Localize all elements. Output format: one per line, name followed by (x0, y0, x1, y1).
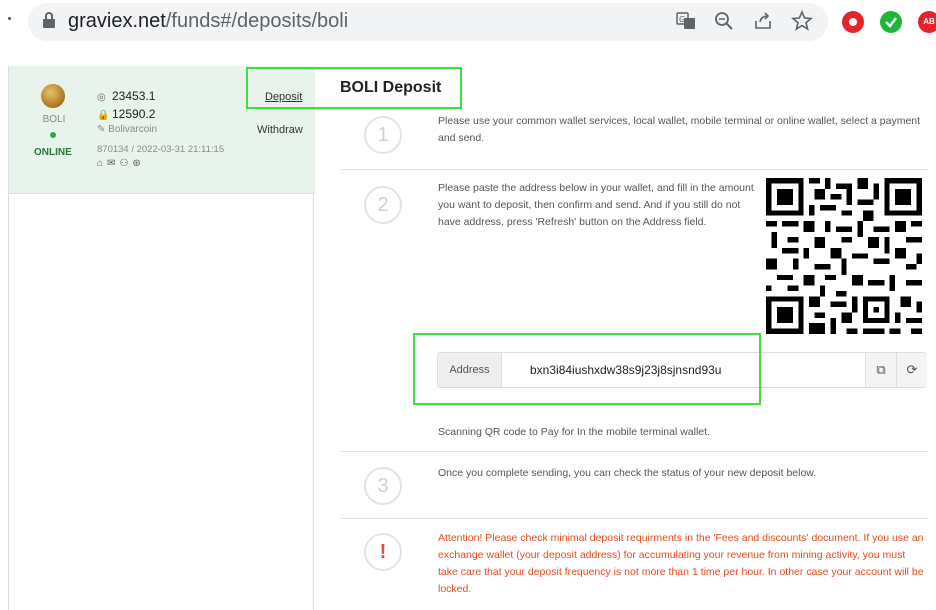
coin-balance-icon: ◎ (97, 92, 106, 103)
coin-block-info: 870134 / 2022-03-31 21:11:15 (97, 144, 225, 155)
coin-name: Bolivarcoin (108, 124, 158, 135)
step-3-text: Once you complete sending, you can check… (438, 467, 817, 479)
lock-icon[interactable] (42, 11, 56, 29)
balance-row: ◎ 23453.1 (97, 89, 155, 103)
coin-status: ONLINE (34, 147, 72, 158)
translate-icon[interactable]: G (675, 10, 697, 32)
coin-symbol: BOLI (42, 114, 66, 125)
highlight-box-address (413, 333, 761, 405)
extension-ab-icon[interactable]: AB (918, 11, 936, 33)
step-3-number: 3 (364, 467, 402, 505)
url-text[interactable]: graviex.net/funds#/deposits/boli (68, 10, 348, 33)
url-path: /funds#/deposits/boli (165, 10, 349, 32)
share-icon[interactable] (752, 10, 774, 32)
bolivarcoin-logo-icon (41, 84, 65, 108)
step-2-text: Please paste the address below in your w… (438, 182, 754, 228)
svg-text:G: G (679, 15, 685, 24)
network-icon[interactable]: ⚇ (119, 158, 132, 169)
browser-toolbar: graviex.net/funds#/deposits/boli G AB (0, 0, 936, 44)
extension-red-icon[interactable] (842, 11, 864, 33)
bookmark-star-icon[interactable] (791, 10, 813, 32)
divider (340, 169, 928, 170)
divider (340, 518, 928, 519)
step-2-number: 2 (364, 186, 402, 224)
locked-row: 🔒 12590.2 (97, 107, 155, 121)
highlight-box-deposit (246, 67, 462, 109)
menu-dot-icon (8, 17, 11, 20)
warning-number: ! (364, 533, 402, 571)
step-1-text: Please use your common wallet services, … (438, 115, 921, 144)
refresh-address-button[interactable]: ⟳ (896, 353, 927, 387)
divider (340, 451, 928, 452)
url-host: graviex.net (68, 10, 166, 32)
zoom-icon[interactable] (713, 10, 735, 32)
deposit-qr-code (766, 178, 922, 334)
online-status-dot-icon (50, 132, 56, 138)
coin-name-row: ✎ Bolivarcoin (97, 124, 157, 135)
home-icon[interactable]: ⌂ (97, 158, 107, 169)
coin-links: ⌂✉⚇⊛ (97, 158, 145, 169)
extension-check-icon[interactable] (880, 11, 902, 33)
warning-text: Attention! Please check minimal deposit … (438, 532, 924, 595)
qr-scan-note: Scanning QR code to Pay for In the mobil… (438, 426, 710, 438)
coin-locked: 12590.2 (112, 107, 156, 121)
coin-sidebar: BOLI ONLINE ◎ 23453.1 🔒 12590.2 ✎ Bolivarc… (8, 66, 315, 610)
chat-icon[interactable]: ✉ (107, 158, 119, 169)
copy-address-button[interactable]: ⧉ (865, 353, 896, 387)
nav-withdraw-link[interactable]: Withdraw (257, 124, 303, 136)
step-1-number: 1 (364, 116, 402, 154)
coin-balance: 23453.1 (112, 89, 156, 103)
locked-icon: 🔒 (97, 110, 110, 121)
copy-icon: ⧉ (876, 362, 886, 377)
tag-icon: ✎ (97, 124, 109, 135)
explorer-icon[interactable]: ⊛ (132, 158, 144, 169)
refresh-icon: ⟳ (906, 362, 918, 377)
